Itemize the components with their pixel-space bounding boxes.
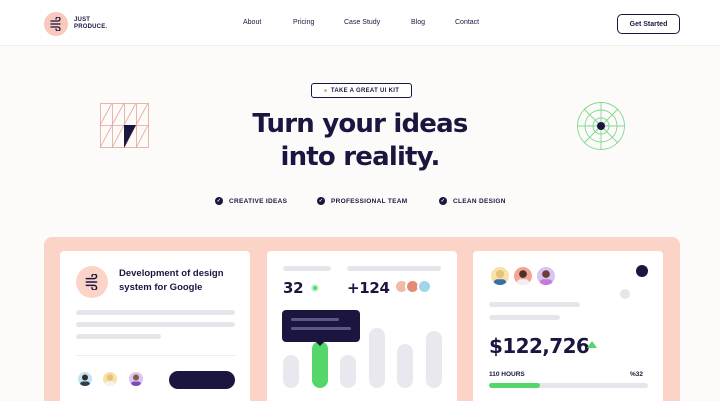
tooltip-line bbox=[291, 327, 351, 330]
chart-bar[interactable] bbox=[369, 328, 385, 388]
triangle-grid-decoration bbox=[100, 103, 149, 149]
nav-link-pricing[interactable]: Pricing bbox=[293, 19, 314, 26]
chart-bar[interactable] bbox=[397, 344, 413, 388]
nav-link-contact[interactable]: Contact bbox=[455, 19, 479, 26]
badge-dot-icon bbox=[323, 89, 327, 92]
online-indicator-icon bbox=[311, 284, 319, 292]
hero-title-line-1: Turn your ideas bbox=[252, 109, 468, 139]
feature-list: ✓ CREATIVE IDEAS ✓ PROFESSIONAL TEAM ✓ C… bbox=[0, 197, 720, 207]
logo-icon bbox=[44, 12, 68, 36]
check-icon: ✓ bbox=[439, 197, 447, 205]
avatar[interactable] bbox=[417, 279, 432, 294]
percent-label: %32 bbox=[630, 371, 644, 378]
card-action-button[interactable] bbox=[169, 371, 235, 389]
hours-label: 110 HOURS bbox=[489, 371, 525, 378]
target-circle-decoration bbox=[577, 102, 625, 150]
text-placeholder-line bbox=[76, 322, 235, 327]
feature-creative-ideas: ✓ CREATIVE IDEAS bbox=[215, 197, 287, 205]
avatar[interactable] bbox=[512, 265, 534, 287]
nav-link-case-study[interactable]: Case Study bbox=[344, 19, 380, 26]
nav-link-about[interactable]: About bbox=[243, 19, 261, 26]
logo-text: JUST PRODUCE. bbox=[74, 17, 107, 31]
feature-label: PROFESSIONAL TEAM bbox=[331, 197, 408, 205]
chart-bar[interactable] bbox=[340, 355, 356, 388]
chart-bar-active[interactable] bbox=[312, 341, 328, 388]
ui-kit-badge: TAKE A GREAT UI KIT bbox=[311, 83, 412, 98]
text-placeholder-line bbox=[347, 266, 441, 271]
feature-label: CREATIVE IDEAS bbox=[229, 197, 288, 205]
chart-bar[interactable] bbox=[426, 331, 442, 388]
text-placeholder-line bbox=[489, 315, 560, 320]
avatar[interactable] bbox=[76, 370, 94, 388]
status-dot-icon bbox=[636, 265, 648, 277]
badge-label: TAKE A GREAT UI KIT bbox=[330, 87, 400, 94]
hero-title: Turn your ideas into reality. bbox=[200, 108, 520, 174]
logo-line-2: PRODUCE. bbox=[74, 24, 108, 30]
project-logo-icon bbox=[76, 266, 108, 298]
hero-title-line-2: into reality. bbox=[280, 142, 440, 172]
revenue-amount: $122,726 bbox=[489, 334, 590, 358]
avatar[interactable] bbox=[489, 265, 511, 287]
text-placeholder-line bbox=[489, 302, 580, 307]
card-divider bbox=[76, 355, 236, 356]
get-started-button[interactable]: Get Started bbox=[617, 14, 680, 34]
stat-increase: +124 bbox=[347, 279, 390, 297]
chart-bar[interactable] bbox=[283, 355, 299, 388]
tooltip-arrow-icon bbox=[315, 341, 325, 346]
chart-tooltip bbox=[282, 310, 360, 342]
hours-progress-bar bbox=[489, 383, 648, 388]
check-icon: ✓ bbox=[317, 197, 325, 205]
status-dot-icon bbox=[620, 289, 630, 299]
nav-link-blog[interactable]: Blog bbox=[411, 19, 425, 26]
stat-count: 32 bbox=[283, 279, 304, 297]
tooltip-line bbox=[291, 318, 339, 321]
top-navbar: JUST PRODUCE. About Pricing Case Study B… bbox=[0, 0, 720, 46]
brand-logo[interactable]: JUST PRODUCE. bbox=[44, 12, 107, 36]
text-placeholder-line bbox=[76, 334, 161, 339]
progress-fill bbox=[489, 383, 540, 388]
avatar[interactable] bbox=[101, 370, 119, 388]
text-placeholder-line bbox=[283, 266, 331, 271]
feature-label: CLEAN DESIGN bbox=[453, 197, 506, 205]
logo-line-1: JUST bbox=[74, 17, 91, 23]
trend-up-icon bbox=[587, 341, 597, 348]
avatar[interactable] bbox=[127, 370, 145, 388]
project-title: Development of design system for Google bbox=[119, 268, 224, 293]
feature-clean-design: ✓ CLEAN DESIGN bbox=[439, 197, 506, 205]
feature-professional-team: ✓ PROFESSIONAL TEAM bbox=[317, 197, 408, 205]
text-placeholder-line bbox=[76, 310, 235, 315]
check-icon: ✓ bbox=[215, 197, 223, 205]
avatar[interactable] bbox=[535, 265, 557, 287]
